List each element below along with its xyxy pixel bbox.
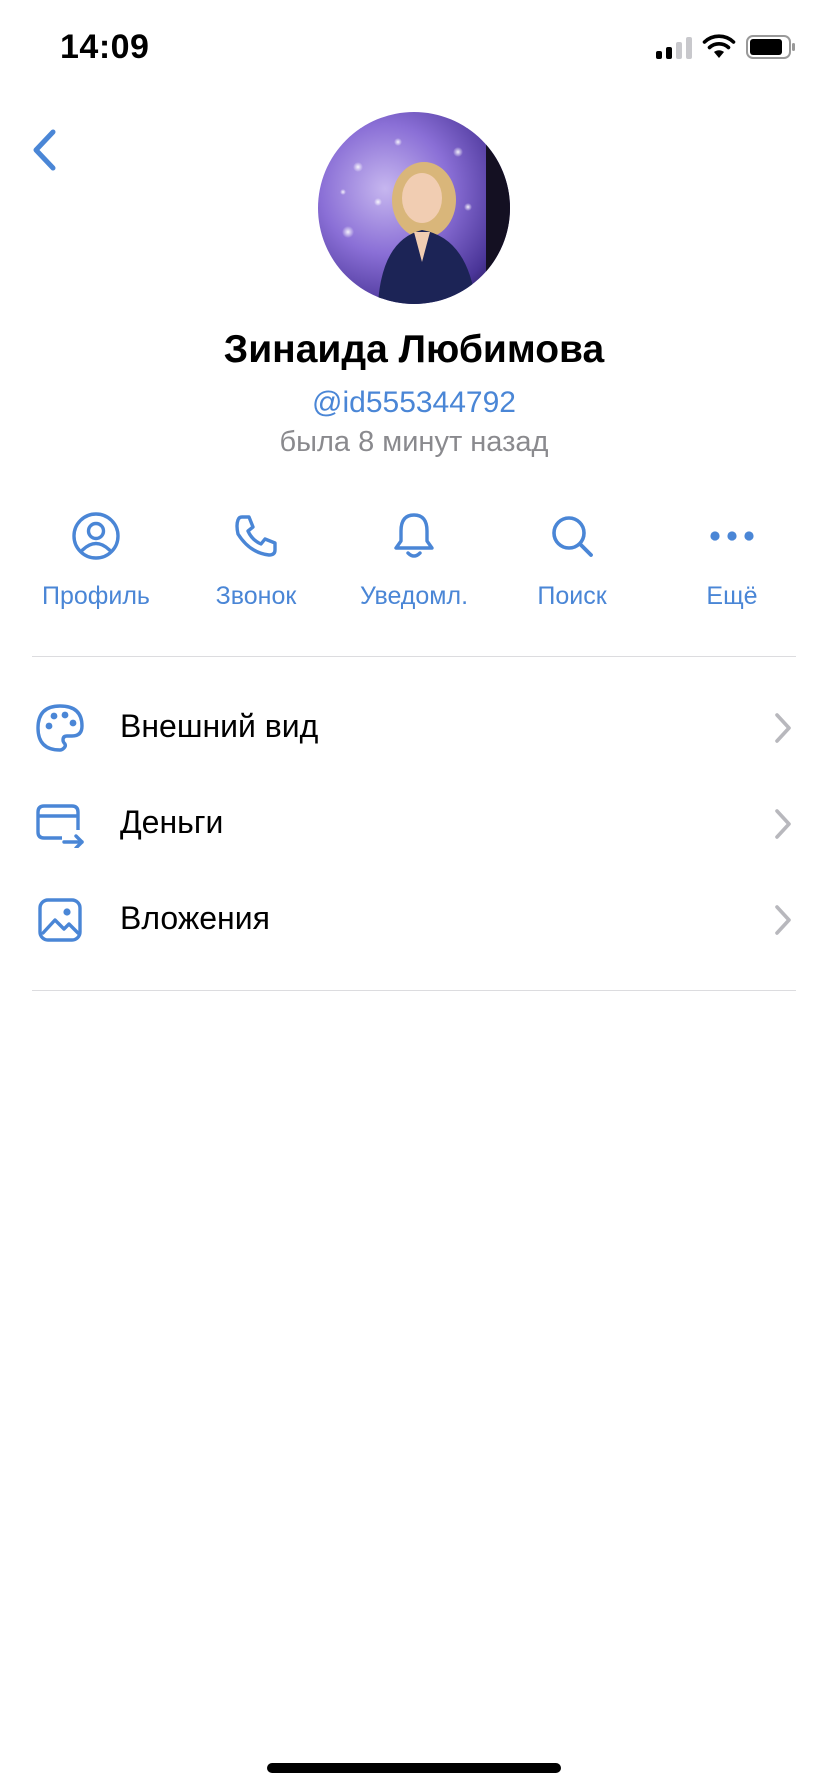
screen: 14:09 Зинаида Любимова @id555344792 была… [0,0,828,1792]
chevron-left-icon [33,129,56,171]
profile-action-button[interactable]: Профиль [16,508,176,611]
action-label: Уведомл. [359,582,469,610]
more-icon [704,508,760,564]
divider [32,990,796,991]
menu-item-label: Вложения [120,900,270,936]
menu-item-attachments[interactable]: Вложения [0,872,828,968]
search-action-button[interactable]: Поиск [492,508,652,611]
action-label: Профиль [42,582,150,610]
notifications-action-button[interactable]: Уведомл. [334,508,494,611]
cellular-signal-icon [656,35,692,59]
action-row: Профиль Звонок Уведомл. Поиск Ещё [0,508,828,618]
chevron-right-icon [775,905,791,935]
phone-icon [228,508,284,564]
call-action-button[interactable]: Звонок [176,508,336,611]
search-icon [544,508,600,564]
menu-item-money[interactable]: Деньги [0,776,828,872]
home-indicator[interactable] [267,1763,561,1773]
status-icons [656,34,796,60]
status-bar: 14:09 [0,0,828,100]
more-action-button[interactable]: Ещё [652,508,812,611]
chevron-right-icon [775,809,791,839]
profile-icon [68,508,124,564]
last-seen-status: была 8 минут назад [279,426,549,458]
status-time: 14:09 [60,28,150,66]
wifi-icon [702,34,736,58]
bell-icon [386,508,442,564]
palette-icon [34,702,86,754]
battery-icon [746,35,795,59]
menu-item-appearance[interactable]: Внешний вид [0,680,828,776]
back-button[interactable] [18,120,70,180]
divider [32,656,796,657]
avatar[interactable] [318,112,510,304]
menu-item-label: Деньги [120,804,224,840]
avatar-photo [318,112,510,304]
chevron-right-icon [775,713,791,743]
menu-item-label: Внешний вид [120,708,319,744]
action-label: Ещё [706,582,758,610]
action-label: Звонок [215,582,297,610]
profile-handle[interactable]: @id555344792 [0,386,828,420]
profile-name: Зинаида Любимова [223,328,605,371]
image-icon [34,894,86,946]
action-label: Поиск [537,582,607,610]
card-transfer-icon [34,798,86,850]
